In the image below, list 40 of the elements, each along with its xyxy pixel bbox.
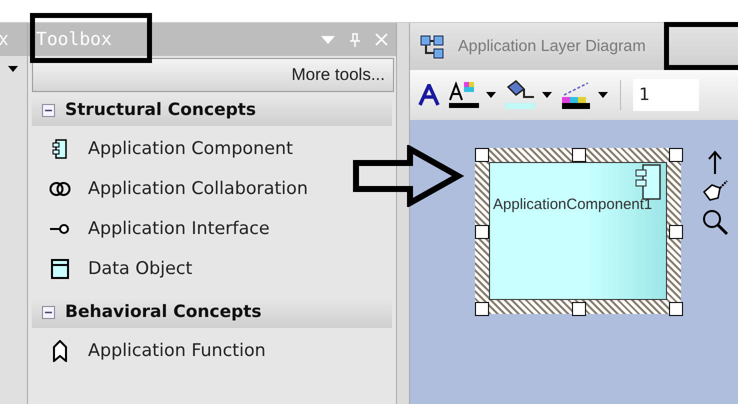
category-title: Structural Concepts xyxy=(65,100,256,120)
resize-handle[interactable] xyxy=(669,148,683,162)
collapse-icon[interactable] xyxy=(42,104,55,116)
resize-handle[interactable] xyxy=(475,302,489,316)
line-width-field[interactable]: 1 xyxy=(633,79,699,111)
resize-handle[interactable] xyxy=(669,302,683,316)
resize-handle[interactable] xyxy=(669,225,683,239)
font-color-icon[interactable] xyxy=(448,80,480,110)
toolbox-item[interactable]: Data Object xyxy=(88,259,192,279)
data-object-icon xyxy=(51,259,69,279)
dropdown-caret-icon[interactable] xyxy=(598,92,608,98)
more-tools-button[interactable]: More tools... xyxy=(32,58,394,92)
resize-handle[interactable] xyxy=(475,148,489,162)
resize-handle[interactable] xyxy=(475,225,489,239)
component-icon xyxy=(52,139,68,159)
resize-handle[interactable] xyxy=(572,148,586,162)
dropdown-caret-icon[interactable] xyxy=(542,92,552,98)
toolbox-item[interactable]: Application Interface xyxy=(88,219,270,239)
toolbox-item[interactable]: Application Collaboration xyxy=(88,179,308,199)
collapse-icon[interactable] xyxy=(42,306,55,318)
function-icon xyxy=(52,340,68,362)
zoom-icon[interactable] xyxy=(701,208,729,236)
up-arrow-icon[interactable] xyxy=(708,150,722,174)
interface-icon xyxy=(49,223,71,235)
pointer-icon[interactable] xyxy=(702,180,728,202)
splitter[interactable] xyxy=(396,23,410,404)
toolbox-title: Toolbox xyxy=(36,29,113,50)
dropdown-caret-icon[interactable] xyxy=(8,66,18,72)
collaboration-icon xyxy=(49,181,71,197)
element-label: ApplicationComponent1 xyxy=(493,196,652,213)
application-component-shape[interactable]: ApplicationComponent1 xyxy=(475,148,681,314)
component-icon xyxy=(635,164,661,200)
dropdown-caret-icon[interactable] xyxy=(486,92,496,98)
category-title: Behavioral Concepts xyxy=(65,302,262,322)
diagram-icon xyxy=(420,34,444,58)
toolbox-item[interactable]: Application Component xyxy=(88,139,293,159)
font-icon[interactable] xyxy=(418,84,440,106)
fill-color-icon[interactable] xyxy=(504,79,536,111)
resize-handle[interactable] xyxy=(572,302,586,316)
toolbox-item[interactable]: Application Function xyxy=(88,341,266,361)
